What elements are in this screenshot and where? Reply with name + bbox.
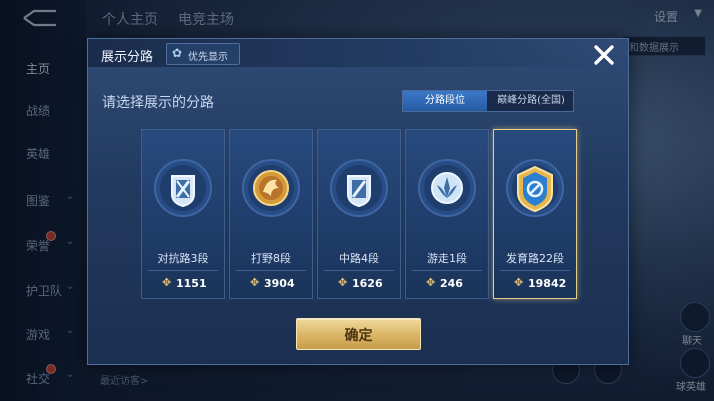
dialog-header: 展示分路 ✿ 优先显示 bbox=[88, 39, 628, 67]
lane-card[interactable]: 对抗路3段 ✥ 1151 bbox=[141, 129, 225, 299]
toggle-lane-rank[interactable]: 分路段位 bbox=[403, 91, 487, 111]
rank-points-icon: ✥ bbox=[162, 276, 172, 289]
lane-display-dialog: 展示分路 ✿ 优先显示 请选择展示的分路 分路段位 巅峰分路(全国) 对抗路3段… bbox=[87, 38, 629, 365]
priority-display-button[interactable]: ✿ 优先显示 bbox=[166, 43, 240, 65]
lane-rank-label: 中路4段 bbox=[339, 252, 379, 265]
toggle-peak-lane[interactable]: 巅峰分路(全国) bbox=[489, 91, 573, 111]
jungle-dragon-medal-icon bbox=[242, 159, 300, 217]
card-divider bbox=[324, 270, 394, 271]
card-divider bbox=[412, 270, 482, 271]
lane-rank-label: 游走1段 bbox=[427, 252, 467, 265]
lane-rank-label: 发育路22段 bbox=[506, 252, 564, 265]
lane-card[interactable]: 打野8段 ✥ 3904 bbox=[229, 129, 313, 299]
rank-points-value: 19842 bbox=[528, 277, 567, 290]
gear-icon: ✿ bbox=[172, 46, 183, 60]
select-lane-prompt: 请选择展示的分路 bbox=[102, 95, 214, 111]
priority-display-label: 优先显示 bbox=[188, 52, 228, 63]
roam-medal-icon bbox=[418, 159, 476, 217]
rank-points-icon: ✥ bbox=[338, 276, 348, 289]
confirm-label: 确定 bbox=[344, 328, 373, 344]
lane-card[interactable]: 游走1段 ✥ 246 bbox=[405, 129, 489, 299]
confirm-button[interactable]: 确定 bbox=[296, 318, 421, 350]
dialog-title: 展示分路 bbox=[101, 50, 154, 65]
rank-points-icon: ✥ bbox=[426, 276, 436, 289]
lane-card[interactable]: 发育路22段 ✥ 19842 bbox=[493, 129, 577, 299]
farm-lane-medal-icon bbox=[506, 159, 564, 217]
game-screen: 主页 战绩 英雄 图鉴 ⌄ 荣誉 ⌄ 护卫队 ⌄ 游戏 ⌄ 社交 ⌄ 个人主页 电竞主场 设置 ▼ 和数… bbox=[0, 0, 714, 401]
rank-points-value: 1151 bbox=[176, 277, 207, 290]
rank-points-value: 3904 bbox=[264, 277, 295, 290]
mid-lane-medal-icon bbox=[330, 159, 388, 217]
rank-points-value: 246 bbox=[440, 277, 463, 290]
lane-rank-label: 对抗路3段 bbox=[157, 252, 209, 265]
card-divider bbox=[236, 270, 306, 271]
card-divider bbox=[500, 270, 570, 271]
clash-lane-medal-icon bbox=[154, 159, 212, 217]
rank-points-icon: ✥ bbox=[250, 276, 260, 289]
close-icon[interactable] bbox=[590, 41, 618, 69]
card-divider bbox=[148, 270, 218, 271]
rank-points-icon: ✥ bbox=[514, 276, 524, 289]
lane-rank-label: 打野8段 bbox=[251, 252, 291, 265]
lane-mode-toggle: 分路段位 巅峰分路(全国) bbox=[402, 90, 574, 112]
lane-card[interactable]: 中路4段 ✥ 1626 bbox=[317, 129, 401, 299]
rank-points-value: 1626 bbox=[352, 277, 383, 290]
